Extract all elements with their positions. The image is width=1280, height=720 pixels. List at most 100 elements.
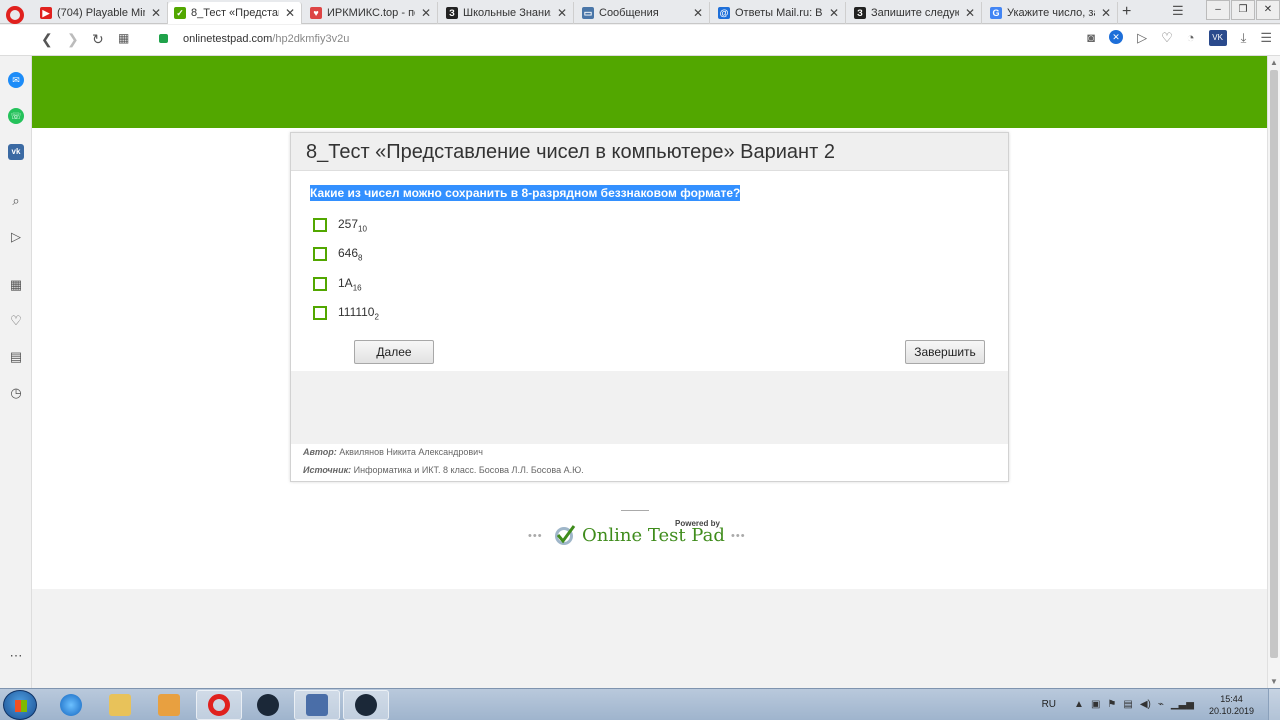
brand-link[interactable]: Online Test Pad <box>582 525 725 546</box>
tab-5[interactable]: ▭ Сообщения ✕ <box>576 2 710 24</box>
opera-icon <box>208 694 230 716</box>
tray-app-icon[interactable]: ▣ <box>1091 699 1100 710</box>
news-icon[interactable]: ▤ <box>8 349 24 365</box>
search-icon[interactable]: ⌕ <box>8 193 24 209</box>
tray-network-icon[interactable]: ▤ <box>1123 699 1132 710</box>
url-field[interactable]: onlinetestpad.com/hp2dkmfiy3v2u <box>183 33 349 45</box>
send-icon[interactable]: ▷ <box>1137 30 1147 46</box>
tab-menu-icon[interactable]: ☰ <box>1172 3 1184 19</box>
checkbox[interactable] <box>313 277 327 291</box>
taskbar-explorer[interactable] <box>97 690 143 720</box>
address-bar: ❮ ❯ ↻ ▦ onlinetestpad.com/hp2dkmfiy3v2u … <box>0 25 1280 56</box>
heart-icon[interactable]: ♡ <box>8 313 24 329</box>
close-window-button[interactable]: ✕ <box>1256 0 1280 20</box>
mailru-icon: @ <box>718 7 730 19</box>
option-3[interactable]: 1A16 <box>313 276 362 292</box>
author-line: Автор: Аквилянов Никита Александрович <box>303 447 483 457</box>
option-2[interactable]: 6468 <box>313 246 362 262</box>
close-tab-icon[interactable]: ✕ <box>965 6 975 20</box>
start-button[interactable] <box>3 690 37 720</box>
taskbar-ie[interactable] <box>48 690 94 720</box>
tab-7[interactable]: З Запишите следующе ✕ <box>848 2 982 24</box>
steam-icon <box>257 694 279 716</box>
tab-1[interactable]: ▶ (704) Playable Minecr ✕ <box>34 2 168 24</box>
history-icon[interactable]: ◷ <box>8 385 24 401</box>
finish-button[interactable]: Завершить <box>905 340 985 364</box>
download-icon[interactable]: ⤓ <box>1241 30 1247 46</box>
close-tab-icon[interactable]: ✕ <box>1101 6 1111 20</box>
scrollbar[interactable]: ▲ ▼ <box>1267 56 1280 688</box>
extension-icon[interactable]: ◔ <box>1187 30 1195 46</box>
volume-icon[interactable]: ◀) <box>1140 699 1151 710</box>
show-desktop-button[interactable] <box>1268 689 1280 720</box>
forward-icon[interactable]: ❯ <box>67 31 79 48</box>
tab-bar: ▶ (704) Playable Minecr ✕ ✓ 8_Тест «Пред… <box>0 0 1280 24</box>
taskbar-media[interactable] <box>146 690 192 720</box>
vpn-icon[interactable]: ✕ <box>1109 30 1124 44</box>
heart-icon[interactable]: ♡ <box>1161 30 1173 46</box>
header-banner <box>32 56 1267 128</box>
card-header: 8_Тест «Представление чисел в компьютере… <box>291 133 1008 171</box>
back-icon[interactable]: ❮ <box>41 31 53 48</box>
speed-dial-icon[interactable]: ▦ <box>118 31 129 45</box>
page-content: 8_Тест «Представление чисел в компьютере… <box>32 56 1267 688</box>
taskbar-steam-2[interactable] <box>343 690 389 720</box>
checkbox[interactable] <box>313 247 327 261</box>
question-text: Какие из чисел можно сохранить в 8-разря… <box>310 185 741 201</box>
messenger-icon[interactable]: ✉ <box>8 72 24 88</box>
scroll-down-icon[interactable]: ▼ <box>1270 677 1278 686</box>
scrollbar-thumb[interactable] <box>1270 70 1278 658</box>
steam-icon <box>355 694 377 716</box>
taskbar: RU ▲ ▣ ⚑ ▤ ◀) ⌁ ▁▃▅ 15:44 20.10.2019 <box>0 688 1280 720</box>
language-indicator[interactable]: RU <box>1042 699 1056 710</box>
close-tab-icon[interactable]: ✕ <box>421 6 431 20</box>
send-icon[interactable]: ▷ <box>8 229 24 245</box>
clock[interactable]: 15:44 20.10.2019 <box>1209 693 1254 717</box>
new-tab-button[interactable]: + <box>1122 3 1131 21</box>
show-hidden-icon[interactable]: ▲ <box>1074 699 1084 710</box>
opera-menu-icon[interactable] <box>6 6 24 24</box>
media-player-icon <box>158 694 180 716</box>
test-title: 8_Тест «Представление чисел в компьютере… <box>306 141 835 163</box>
tab-6[interactable]: @ Ответы Mail.ru: Выбр ✕ <box>712 2 846 24</box>
option-1[interactable]: 25710 <box>313 217 367 233</box>
tab-4[interactable]: З Школьные Знания.co ✕ <box>440 2 574 24</box>
taskbar-app[interactable] <box>294 690 340 720</box>
grid-icon[interactable]: ▦ <box>8 277 24 293</box>
close-tab-icon[interactable]: ✕ <box>557 6 567 20</box>
option-4[interactable]: 1111102 <box>313 305 379 321</box>
next-button[interactable]: Далее <box>354 340 434 364</box>
whatsapp-icon[interactable]: ☏ <box>8 108 24 124</box>
signal-icon[interactable]: ▁▃▅ <box>1171 699 1194 710</box>
ie-icon <box>60 694 82 716</box>
taskbar-steam[interactable] <box>245 690 291 720</box>
vk-icon[interactable]: vk <box>8 144 24 160</box>
checkbox[interactable] <box>313 218 327 232</box>
scroll-up-icon[interactable]: ▲ <box>1270 58 1278 67</box>
close-tab-icon[interactable]: ✕ <box>285 6 295 20</box>
close-tab-icon[interactable]: ✕ <box>693 6 703 20</box>
easy-setup-icon[interactable]: ☰ <box>1260 30 1272 46</box>
close-tab-icon[interactable]: ✕ <box>151 6 161 20</box>
tab-3[interactable]: ♥ ИРКМИКС.top - помо ✕ <box>304 2 438 24</box>
close-tab-icon[interactable]: ✕ <box>829 6 839 20</box>
checkbox[interactable] <box>313 306 327 320</box>
window-controls: – ❐ ✕ <box>1205 0 1280 20</box>
minimize-button[interactable]: – <box>1206 0 1230 20</box>
camera-icon[interactable]: ◙ <box>1087 30 1095 46</box>
more-icon[interactable]: ⋯ <box>8 648 24 664</box>
maximize-button[interactable]: ❐ <box>1231 0 1255 20</box>
tab-2-active[interactable]: ✓ 8_Тест «Представлен ✕ <box>168 2 302 24</box>
messages-icon: ▭ <box>582 7 594 19</box>
znania-icon: З <box>854 7 866 19</box>
taskbar-opera[interactable] <box>196 690 242 720</box>
sidebar: ✉ ☏ vk ⌕ ▷ ▦ ♡ ▤ ◷ ⋯ <box>0 56 32 688</box>
dots-left: ••• <box>528 530 543 542</box>
system-tray: RU ▲ ▣ ⚑ ▤ ◀) ⌁ ▁▃▅ 15:44 20.10.2019 <box>1042 689 1280 720</box>
tray-flag-icon[interactable]: ⚑ <box>1107 699 1116 710</box>
tab-8[interactable]: G Укажите число, запи ✕ <box>984 2 1118 24</box>
vk-extension-icon[interactable]: VK <box>1208 30 1227 46</box>
reload-icon[interactable]: ↻ <box>92 31 104 48</box>
usb-icon[interactable]: ⌁ <box>1158 699 1164 710</box>
lock-icon <box>159 34 168 43</box>
